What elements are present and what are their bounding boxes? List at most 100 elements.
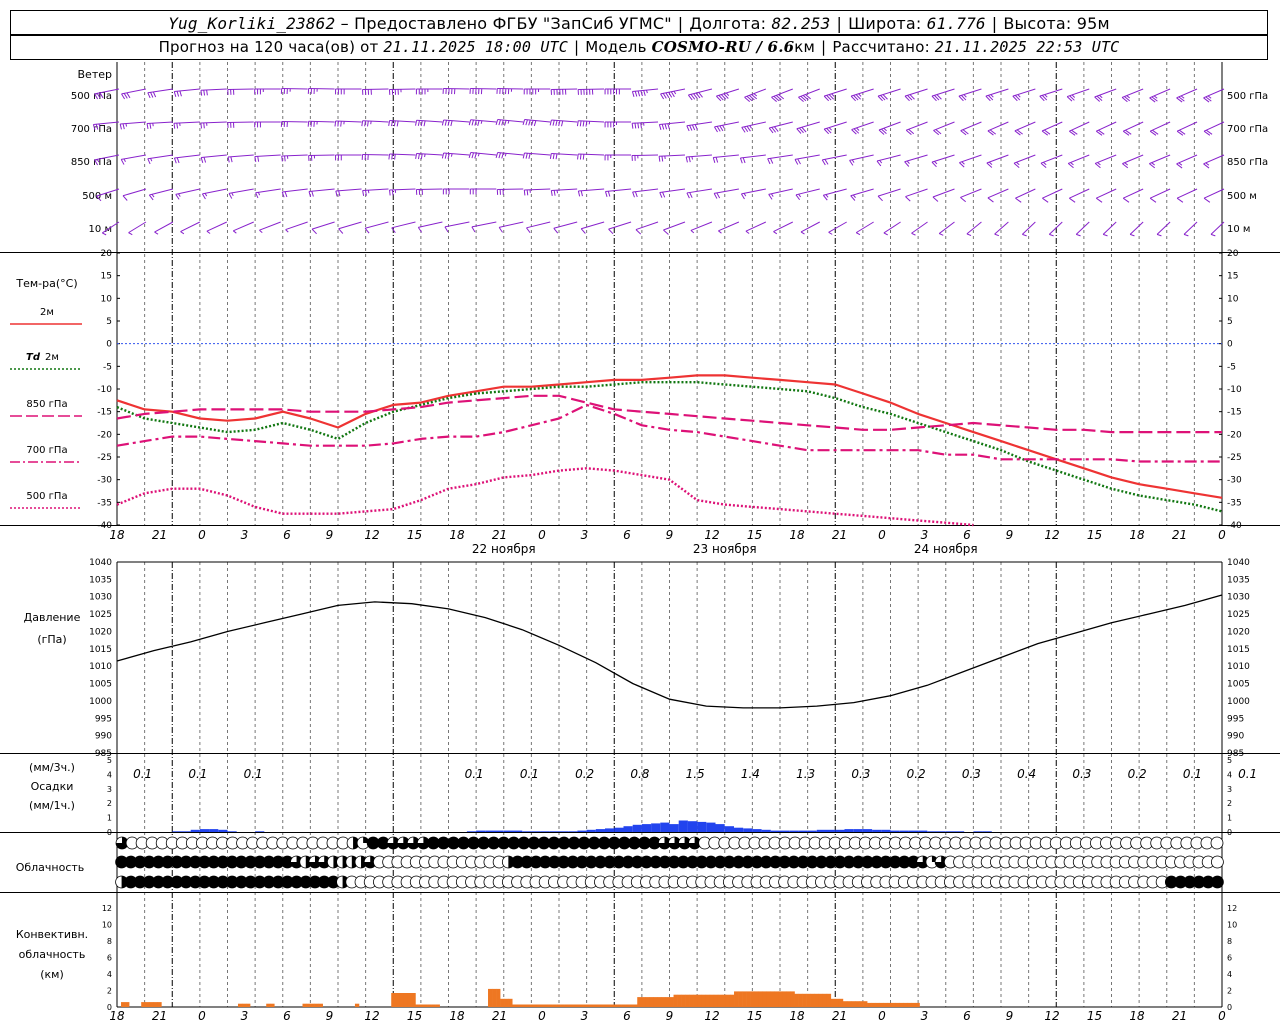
wind-barb [471, 221, 497, 233]
wind-barb-feather [718, 230, 722, 234]
wind-barb [154, 221, 174, 235]
wind-barb-feather [659, 192, 663, 198]
conv-bar [915, 1002, 920, 1007]
conv-tick-left: 2 [107, 987, 112, 996]
precip-bar [172, 831, 182, 832]
wind-barb-feather [1044, 94, 1048, 98]
wind-barb-feather [367, 120, 369, 127]
day-label: 24 ноября [914, 542, 978, 556]
wind-barb-feather [637, 122, 640, 129]
wind-level-label-right: 850 гПа [1227, 157, 1268, 168]
wind-barb [391, 221, 416, 234]
wind-barb-feather [634, 191, 638, 198]
conv-bar [403, 993, 408, 1007]
wind-barb-feather [477, 120, 480, 126]
wind-barb-shaft [389, 188, 416, 191]
wind-barb-feather [338, 190, 341, 197]
conv-bar [867, 1002, 872, 1007]
wind-barb [364, 221, 389, 234]
wind-barb [147, 154, 173, 165]
wind-barb-feather [582, 120, 585, 127]
wind-barb-shaft [686, 188, 713, 194]
conv-bar [310, 1003, 315, 1007]
conv-bar [705, 994, 711, 1007]
wind-barb [415, 188, 443, 195]
wind-barb-feather [450, 120, 453, 127]
precip-bar [715, 824, 725, 832]
wind-barb-feather [824, 159, 829, 165]
wind-barb [308, 154, 335, 161]
wind-barb-feather [797, 158, 801, 165]
wind-barb-shaft [1041, 121, 1063, 132]
wind-barb-feather [175, 194, 180, 200]
wind-barb-feather [673, 90, 677, 95]
wind-barb-feather [883, 127, 887, 132]
wind-barb [796, 121, 820, 134]
precip-bar [494, 830, 504, 832]
wind-barb-shaft [906, 121, 928, 131]
wind-barb [1156, 221, 1171, 237]
conv-bar [242, 1003, 247, 1007]
wind-barb [496, 88, 524, 95]
wind-barb [631, 154, 659, 161]
wind-barb-shaft [828, 221, 847, 233]
time-tick-label: 9 [1006, 528, 1014, 542]
precip-amount-label: 0.1 [188, 767, 207, 781]
wind-barb-shaft [526, 221, 551, 229]
wind-barb-shaft [632, 121, 659, 124]
conv-bar [145, 1002, 150, 1007]
cloud-symbol [1210, 875, 1224, 889]
conv-bar [738, 991, 743, 1007]
conv-bar [911, 1002, 916, 1007]
wind-barb-shaft [551, 188, 578, 191]
conv-bar [754, 991, 759, 1007]
wind-barb-feather [200, 157, 204, 163]
wind-barb-feather [123, 93, 128, 99]
wind-barb-feather [1097, 162, 1101, 166]
conv-bar [673, 994, 678, 1007]
conv-bar [613, 1004, 618, 1007]
wind-barb [498, 221, 524, 233]
wind-barb-feather [121, 93, 126, 100]
wind-barb [388, 120, 416, 127]
wind-barb-shaft [174, 154, 200, 159]
conv-bar [778, 991, 783, 1007]
precip-bar [255, 831, 265, 832]
wind-barb-feather [285, 229, 289, 233]
wind-barb-shaft [173, 121, 200, 124]
wind-barb [227, 88, 254, 95]
conv-bar [596, 1004, 602, 1007]
wind-barb [180, 221, 201, 235]
temp-tick-left: 20 [101, 249, 113, 259]
wind-barb-shaft [200, 121, 227, 124]
precip-bar [955, 831, 965, 832]
wind-barb-feather [715, 157, 719, 163]
wind-barb [121, 88, 147, 100]
temp-tick-left: -30 [97, 476, 112, 486]
wind-barb [904, 154, 928, 167]
wind-barb-feather [631, 91, 635, 97]
wind-barb-feather [447, 120, 450, 126]
wind-barb-shaft [959, 154, 982, 164]
wind-barb-feather [685, 156, 688, 163]
wind-barb [877, 88, 901, 102]
time-tick-label: 3 [241, 528, 249, 542]
wind-barb-shaft [228, 188, 254, 194]
precip-bar [927, 831, 937, 832]
wind-barb-feather [495, 119, 499, 125]
wind-barb-feather [444, 153, 447, 159]
wind-barb [388, 88, 416, 95]
precip-bar [724, 826, 734, 832]
wind-barb [495, 119, 524, 126]
time-tick-label-bottom: 3 [921, 1009, 929, 1023]
time-tick-label: 9 [326, 528, 334, 542]
wind-barb-shaft [987, 188, 1009, 199]
wind-barb-feather [743, 193, 747, 197]
wind-barb-feather [176, 157, 180, 164]
wind-level-label-right: 700 гПа [1227, 124, 1268, 135]
precip-bar [513, 830, 523, 832]
wind-barb-feather [501, 119, 504, 126]
wind-level-label-right: 500 м [1227, 191, 1257, 202]
wind-barb [335, 188, 362, 197]
time-tick-label: 15 [1087, 528, 1102, 542]
